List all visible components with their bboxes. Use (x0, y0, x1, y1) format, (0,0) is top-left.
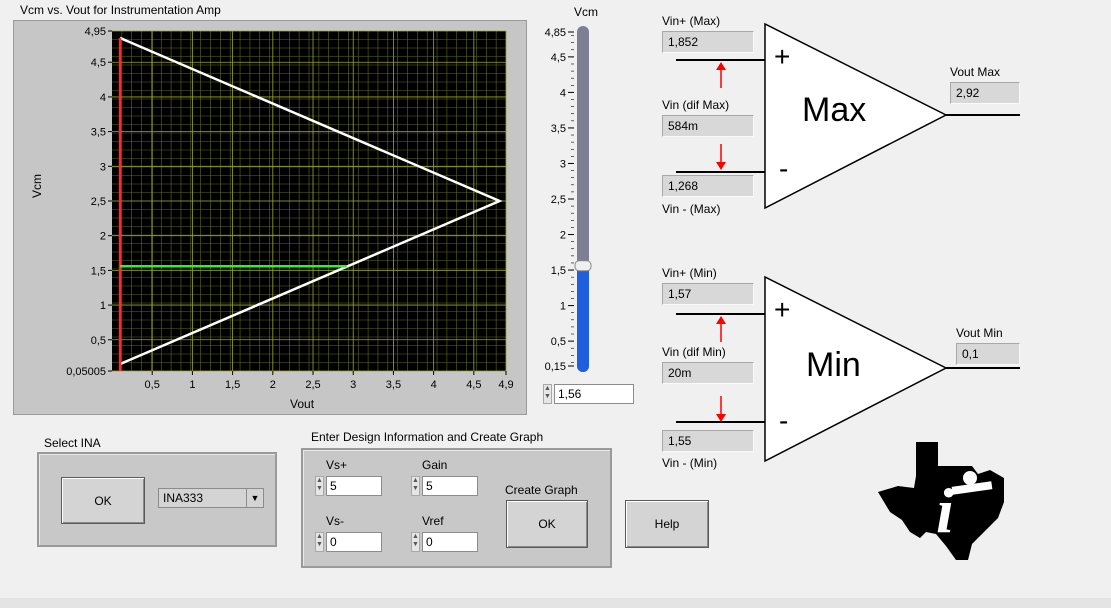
y-tick-label: 2,5 (91, 196, 106, 208)
select-ina-ok-button[interactable]: OK (61, 477, 145, 524)
slider-thumb[interactable] (574, 260, 592, 272)
slider-tick-label: 2,5 (551, 194, 566, 206)
y-axis-label: Vcm (30, 174, 44, 198)
x-axis-label: Vout (290, 397, 315, 411)
vs-minus-input[interactable]: 0 (326, 532, 382, 552)
ina-dropdown-value: INA333 (163, 491, 204, 505)
slider-title: Vcm (574, 5, 598, 19)
y-tick-label: 4,95 (85, 26, 106, 38)
slider-tick-label: 4 (560, 87, 566, 99)
help-button[interactable]: Help (625, 500, 709, 548)
gain-input[interactable]: 5 (422, 476, 478, 496)
x-tick-label: 2 (270, 379, 276, 391)
vref-label: Vref (422, 514, 444, 528)
y-tick-label: 4,5 (91, 57, 106, 69)
y-tick-label: 3,5 (91, 127, 106, 139)
min-minus-sign: - (779, 405, 789, 436)
vs-plus-spinner[interactable]: ▲ ▼ (315, 476, 324, 496)
vs-plus-label: Vs+ (326, 458, 348, 472)
vs-minus-spinner[interactable]: ▲ ▼ (315, 532, 324, 552)
x-tick-label: 4 (431, 379, 437, 391)
slider-tick-label: 0,15 (545, 361, 566, 373)
create-graph-ok-button[interactable]: OK (506, 500, 588, 548)
vout-min-label: Vout Min (956, 326, 1003, 340)
max-amp-name: Max (802, 91, 867, 129)
svg-text:i: i (936, 475, 954, 546)
slider-value-spinner[interactable]: ▲ ▼ (543, 384, 552, 404)
vout-max-label: Vout Max (950, 65, 1001, 79)
x-tick-label: 2,5 (305, 379, 320, 391)
x-tick-label: 1 (189, 379, 195, 391)
vcm-slider[interactable]: 4,85 4,5 4 3,5 3 2,5 2 1,5 1 0,5 0,15 (530, 18, 600, 380)
gain-label: Gain (422, 458, 448, 472)
gain-spinner[interactable]: ▲ ▼ (411, 476, 420, 496)
y-tick-label: 0,05005 (66, 366, 106, 378)
bottom-strip (0, 598, 1111, 608)
slider-value-field[interactable]: 1,56 (554, 384, 634, 404)
ti-texas-logo-icon: i (878, 442, 1004, 560)
y-tick-label: 1 (100, 300, 106, 312)
x-tick-label: 4,5 (466, 379, 481, 391)
y-tick-label: 2 (100, 231, 106, 243)
vout-max-value: 2,92 (950, 82, 1020, 104)
min-plus-sign: + (774, 294, 791, 325)
slider-tick-label: 2 (560, 230, 566, 242)
x-tick-label: 0,5 (145, 379, 160, 391)
slider-tick-label: 1 (560, 301, 566, 313)
create-graph-label: Create Graph (505, 483, 578, 497)
y-tick-label: 1,5 (91, 265, 106, 277)
design-panel-title: Enter Design Information and Create Grap… (311, 430, 544, 444)
x-tick-label: 3 (350, 379, 356, 391)
slider-fill (577, 265, 589, 372)
x-tick-label: 1,5 (225, 379, 240, 391)
select-ina-title: Select INA (44, 436, 101, 450)
y-tick-label: 4 (100, 92, 106, 104)
max-plus-sign: + (774, 41, 791, 72)
chevron-down-icon[interactable]: ▼ (246, 489, 263, 507)
x-tick-label: 3,5 (386, 379, 401, 391)
vs-minus-label: Vs- (326, 514, 344, 528)
min-amp-name: Min (806, 346, 861, 384)
slider-tick-label: 3 (560, 158, 566, 170)
ina-dropdown[interactable]: INA333 ▼ (158, 488, 264, 508)
vref-spinner[interactable]: ▲ ▼ (411, 532, 420, 552)
vref-input[interactable]: 0 (422, 532, 478, 552)
y-tick-label: 3 (100, 161, 106, 173)
slider-tick-label: 1,5 (551, 265, 566, 277)
max-minus-sign: - (779, 153, 789, 184)
vs-plus-input[interactable]: 5 (326, 476, 382, 496)
slider-tick-label: 4,5 (551, 52, 566, 64)
slider-tick-label: 4,85 (545, 27, 566, 39)
x-tick-label: 4,9 (498, 379, 513, 391)
slider-tick-label: 3,5 (551, 123, 566, 135)
slider-tick-label: 0,5 (551, 336, 566, 348)
vcm-vout-plot: 0,5 1 1,5 2 2,5 3 3,5 4 4,5 4,9 0,05005 0,5 1 1,5 2 2,5… (66, 26, 513, 391)
vout-min-value: 0,1 (956, 343, 1020, 365)
y-tick-label: 0,5 (91, 335, 106, 347)
